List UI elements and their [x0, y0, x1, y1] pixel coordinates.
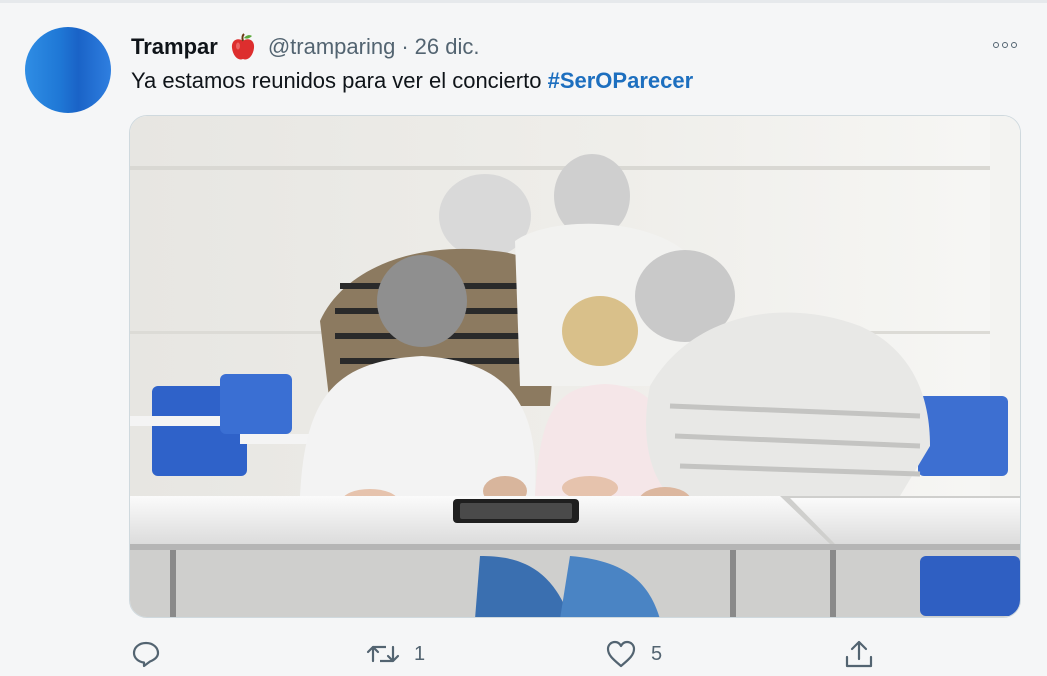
tweet-body: Ya estamos reunidos para ver el conciert… — [131, 68, 548, 93]
like-button[interactable]: 5 — [605, 632, 662, 676]
tweet-card[interactable]: Trampar @tramparing · 26 dic. Ya estamos… — [0, 0, 1047, 675]
author-handle[interactable]: @tramparing — [268, 34, 396, 60]
separator-dot: · — [401, 34, 409, 59]
retweet-count: 1 — [414, 642, 426, 665]
avatar[interactable] — [25, 27, 111, 113]
share-icon — [843, 638, 875, 670]
tweet-photo[interactable] — [129, 115, 1021, 618]
like-count: 5 — [651, 642, 663, 665]
heart-icon — [605, 639, 637, 669]
author-name[interactable]: Trampar — [131, 34, 218, 60]
reply-icon — [131, 639, 161, 669]
tweet-header: Trampar @tramparing · 26 dic. — [131, 30, 479, 64]
reply-button[interactable] — [131, 632, 175, 676]
tweet-date[interactable]: 26 dic. — [415, 34, 480, 60]
retweet-button[interactable]: 1 — [366, 632, 425, 676]
more-options-icon[interactable] — [985, 35, 1025, 55]
red-apple-icon — [230, 32, 256, 62]
hashtag-link[interactable]: #SerOParecer — [548, 68, 694, 93]
share-button[interactable] — [843, 632, 889, 676]
retweet-icon — [366, 639, 400, 669]
tweet-text: Ya estamos reunidos para ver el conciert… — [131, 68, 693, 94]
tweet-actions: 1 5 — [0, 632, 1047, 676]
